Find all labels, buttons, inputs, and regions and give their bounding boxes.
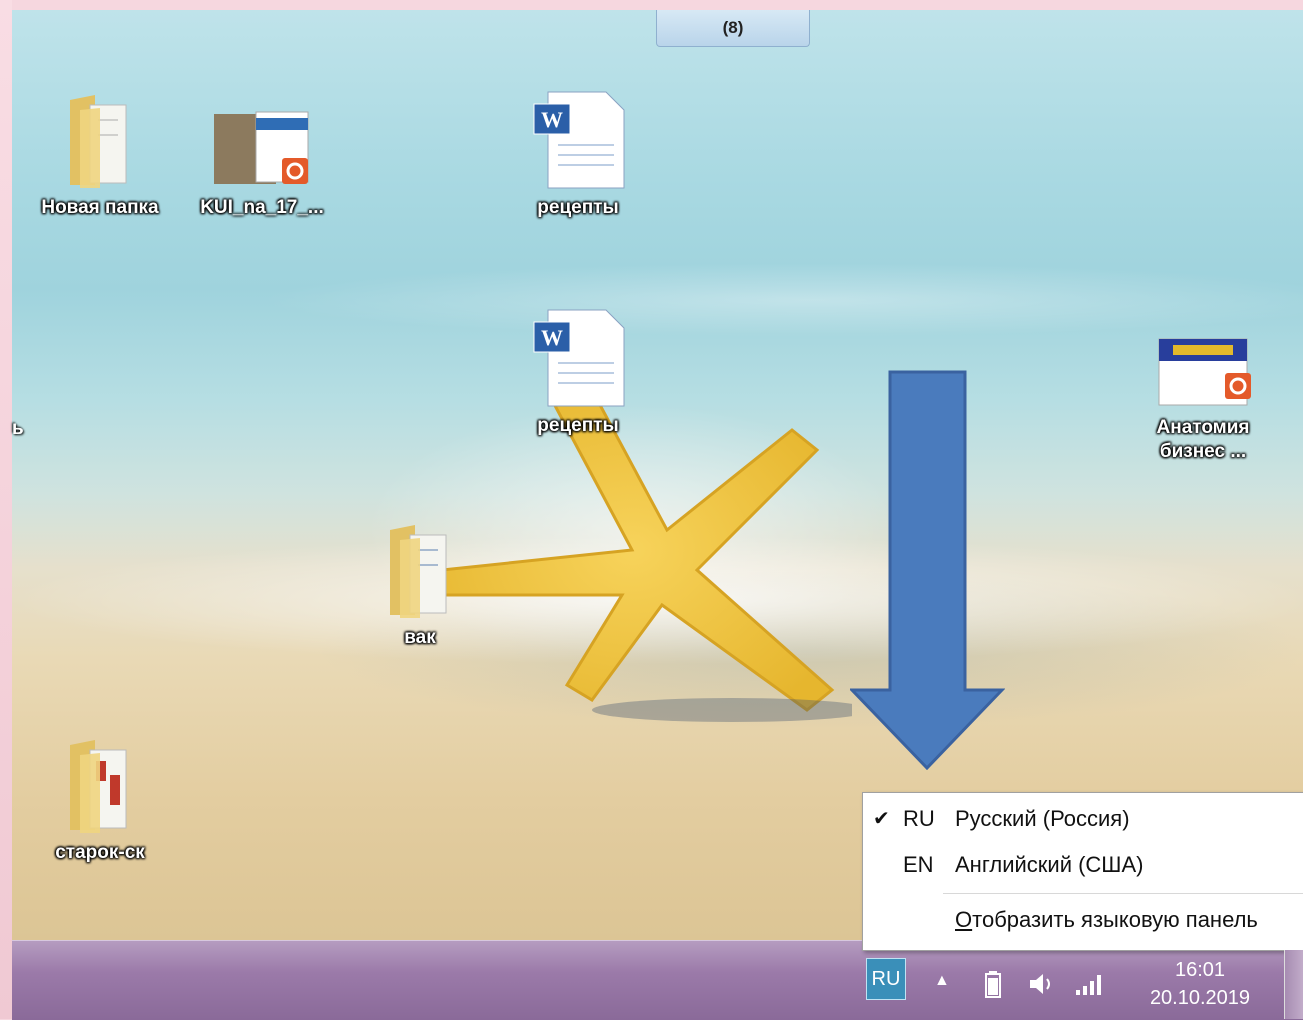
accelerator-letter: О [955,907,973,932]
word-doc-icon: W [533,309,625,407]
clock-time: 16:01 [1174,959,1226,981]
pdf-image-icon [214,111,309,184]
down-arrow-annotation [850,370,1005,770]
taskbar [12,940,1303,1020]
starfish-image [432,390,852,722]
language-name: Английский (США) [955,852,1144,877]
show-language-bar-label: тобразить языковую панель [972,907,1258,932]
word-doc-icon: W [533,91,625,189]
frame-top [0,0,1303,10]
icon-label: вак [404,627,436,648]
language-menu: ✔ RU Русский (Россия) EN Английский (США… [862,792,1303,951]
network-signal-icon[interactable] [1074,972,1106,996]
language-item-ru[interactable]: ✔ RU Русский (Россия) [863,797,1303,841]
icon-label: KUI_na_17_... [200,197,324,218]
battery-icon[interactable] [984,970,1002,998]
wave-highlight [212,260,1303,340]
icon-label: старок-ск [55,842,145,863]
checkmark-icon: ✔ [873,808,890,830]
desktop-icon-kui[interactable]: KUI_na_17_... [192,110,332,220]
icon-label: рецепты [537,197,619,218]
partial-icon-label: ь [12,418,24,439]
desktop-icon-vak[interactable]: вак [350,520,490,650]
frame-left [0,0,12,1019]
language-item-en[interactable]: EN Английский (США) [863,843,1303,887]
svg-text:W: W [541,325,563,350]
icon-label: рецепты [537,415,619,436]
svg-text:W: W [541,107,563,132]
show-desktop-button[interactable] [1284,950,1303,1019]
window-tab[interactable]: (8) [656,10,810,47]
language-code: RU [903,806,935,831]
clock-date: 20.10.2019 [1149,987,1251,1009]
icon-label: Анатомия бизнес ... [1156,417,1250,462]
language-indicator-button[interactable]: RU [866,958,906,1000]
language-code: EN [903,852,934,877]
folder-icon [70,740,127,833]
desktop-icon-new-folder[interactable]: Новая папка [30,90,170,220]
folder-icon [390,525,447,618]
folder-icon [70,95,127,188]
language-name: Русский (Россия) [955,806,1130,831]
desktop-icon-starok[interactable]: старок-ск [30,735,170,865]
menu-divider [943,893,1303,894]
desktop-icon-anatomy[interactable]: Анатомия бизнес ... [1133,335,1273,464]
icon-label: Новая папка [41,197,159,218]
volume-icon[interactable] [1028,972,1056,996]
pdf-image-icon [1158,338,1251,406]
taskbar-clock[interactable]: 16:01 20.10.2019 [1130,956,1270,1012]
desktop-icon-recipes-1[interactable]: W рецепты [508,90,648,220]
show-hidden-icons-icon[interactable]: ▲ [934,972,950,990]
desktop-icon-recipes-2[interactable]: W рецепты [508,308,648,438]
show-language-bar-item[interactable]: Отобразить языковую панель [955,905,1258,935]
